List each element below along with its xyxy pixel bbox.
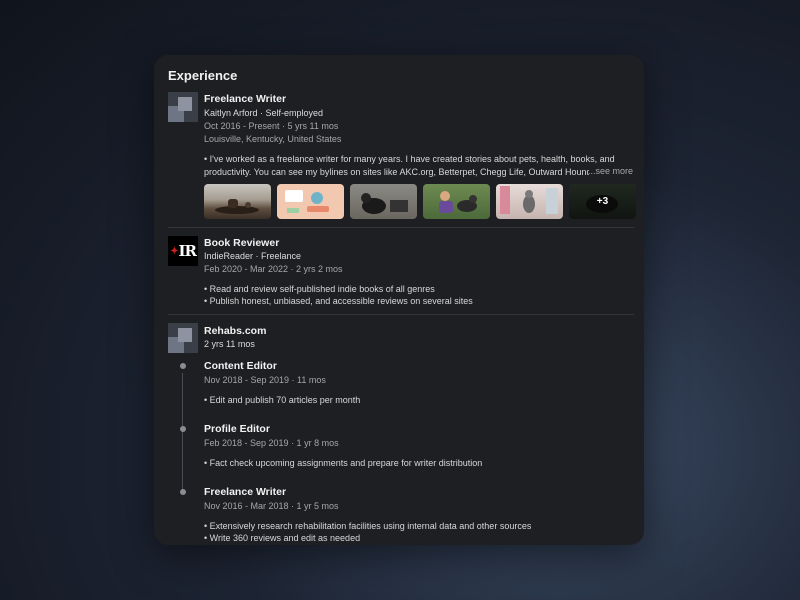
logo-text: IR bbox=[178, 242, 197, 260]
role-bullet: • Write 360 reviews and edit as needed bbox=[204, 533, 361, 543]
dog-room-image bbox=[500, 186, 558, 214]
see-more-link[interactable]: ...see more bbox=[588, 166, 633, 176]
timeline-dot bbox=[179, 363, 186, 369]
role-dates: Nov 2016 - Mar 2018 · 1 yr 5 mos bbox=[204, 501, 339, 511]
role-dates: Feb 2018 - Sep 2019 · 1 yr 8 mos bbox=[204, 438, 339, 448]
media-thumbnail-3[interactable] bbox=[350, 184, 417, 219]
dog-laptop-image bbox=[361, 193, 408, 214]
job-dates: Oct 2016 - Present · 5 yrs 11 mos bbox=[204, 121, 339, 131]
company-logo-placeholder[interactable] bbox=[168, 323, 198, 353]
tea-set-image bbox=[215, 199, 259, 214]
person-with-dog-image bbox=[439, 191, 477, 213]
divider bbox=[168, 314, 634, 315]
media-thumbnail-more[interactable]: +3 bbox=[569, 184, 636, 219]
company-duration: 2 yrs 11 mos bbox=[204, 339, 255, 349]
role-title[interactable]: Content Editor bbox=[204, 360, 277, 372]
job-bullet: • Publish honest, unbiased, and accessib… bbox=[204, 296, 473, 306]
section-title: Experience bbox=[168, 68, 238, 83]
job-location: Louisville, Kentucky, United States bbox=[204, 134, 342, 144]
maple-leaf-icon: ✦ bbox=[170, 245, 178, 257]
job-title[interactable]: Book Reviewer bbox=[204, 237, 279, 249]
desc-line-2: productivity. You can see my bylines on … bbox=[204, 167, 589, 177]
media-thumbnail-2[interactable] bbox=[277, 184, 344, 219]
job-description: • I've worked as a freelance writer for … bbox=[204, 153, 638, 179]
role-title[interactable]: Freelance Writer bbox=[204, 486, 286, 498]
job-title[interactable]: Freelance Writer bbox=[204, 93, 286, 105]
job-dates: Feb 2020 - Mar 2022 · 2 yrs 2 mos bbox=[204, 264, 343, 274]
media-thumbnail-5[interactable] bbox=[496, 184, 563, 219]
role-bullet: • Fact check upcoming assignments and pr… bbox=[204, 458, 483, 468]
divider bbox=[168, 227, 634, 228]
role-dates: Nov 2018 - Sep 2019 · 11 mos bbox=[204, 375, 326, 385]
desk-illustration-image bbox=[285, 190, 329, 213]
timeline-dot bbox=[179, 426, 186, 432]
experience-card: Experience Freelance Writer Kaitlyn Arfo… bbox=[154, 55, 644, 545]
job-company: Kaitlyn Arford · Self-employed bbox=[204, 108, 324, 118]
job-company: IndieReader · Freelance bbox=[204, 251, 302, 261]
company-name[interactable]: Rehabs.com bbox=[204, 325, 266, 337]
job-bullet: • Read and review self-published indie b… bbox=[204, 284, 435, 294]
company-logo-placeholder[interactable] bbox=[168, 92, 198, 122]
role-bullet: • Edit and publish 70 articles per month bbox=[204, 395, 361, 405]
indiereader-logo[interactable]: ✦ IR bbox=[168, 236, 198, 266]
media-thumbnail-1[interactable] bbox=[204, 184, 271, 219]
media-thumbnail-4[interactable] bbox=[423, 184, 490, 219]
more-media-count: +3 bbox=[569, 184, 636, 219]
desc-line-1: • I've worked as a freelance writer for … bbox=[204, 154, 615, 164]
role-title[interactable]: Profile Editor bbox=[204, 423, 270, 435]
timeline-dot bbox=[179, 489, 186, 495]
role-bullet: • Extensively research rehabilitation fa… bbox=[204, 521, 532, 531]
